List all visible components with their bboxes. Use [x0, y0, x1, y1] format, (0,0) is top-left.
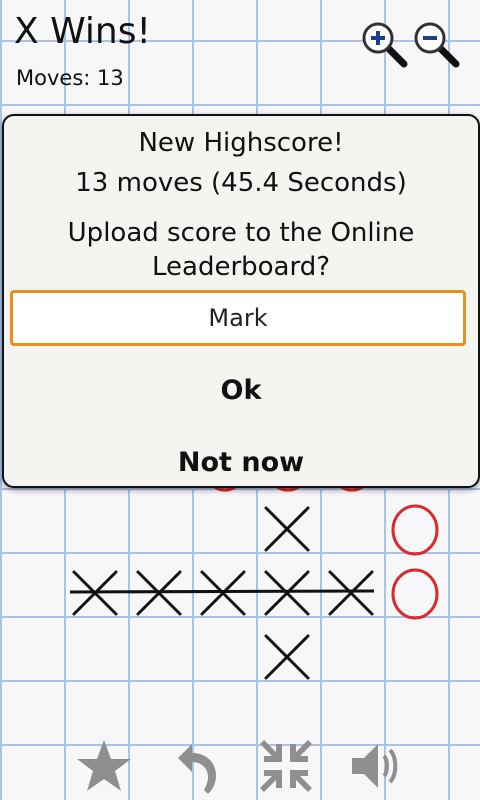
speaker-icon[interactable] — [346, 736, 406, 796]
o-mark — [391, 504, 439, 556]
x-mark — [264, 506, 310, 552]
undo-icon[interactable] — [164, 736, 224, 796]
shrink-icon[interactable] — [256, 736, 316, 796]
x-mark — [264, 570, 310, 616]
dialog-question-line1: Upload score to the Online — [67, 218, 415, 248]
ok-button[interactable]: Ok — [4, 368, 478, 412]
player-name-input[interactable] — [10, 290, 466, 346]
dialog-title: New Highscore! — [138, 128, 344, 158]
winning-line — [69, 589, 375, 594]
dialog-question-line2: Leaderboard? — [151, 252, 331, 282]
star-icon[interactable] — [74, 736, 134, 796]
x-mark — [264, 634, 310, 680]
o-mark — [391, 568, 439, 620]
x-mark — [328, 570, 374, 616]
dialog-score: 13 moves (45.4 Seconds) — [75, 168, 407, 198]
not-now-button[interactable]: Not now — [4, 440, 478, 484]
highscore-dialog: New Highscore! 13 moves (45.4 Seconds) U… — [2, 114, 480, 488]
